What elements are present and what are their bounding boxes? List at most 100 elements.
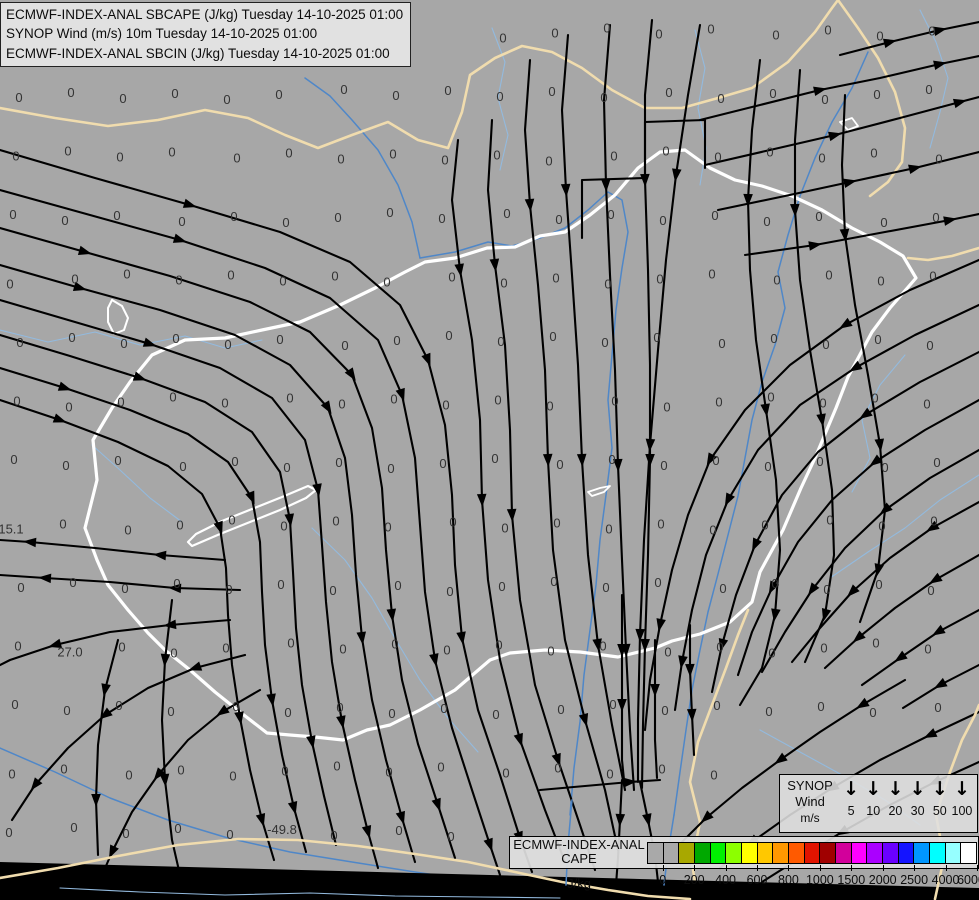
grid-value-label: 0 [611, 394, 618, 409]
grid-value-label: 0 [663, 400, 670, 415]
grid-value-label: 0 [445, 328, 452, 343]
grid-value-label: 0 [660, 458, 667, 473]
grid-value-label: 0 [822, 337, 829, 352]
cape-tick-mark [914, 865, 916, 871]
grid-value-label: 0 [10, 452, 17, 467]
grid-value-label: 0 [441, 153, 448, 168]
grid-value-label: 0 [496, 89, 503, 104]
wind-arrow-down-icon: ↓ [953, 778, 970, 800]
grid-value-label: 0 [818, 151, 825, 166]
wind-speed-entry: ↓ 30 [907, 776, 929, 832]
grid-value-label: 0 [497, 334, 504, 349]
grid-value-label: 0 [934, 700, 941, 715]
cape-tick-label: 600 [746, 873, 768, 887]
grid-value-label: 0 [442, 398, 449, 413]
grid-value-label: 0 [387, 461, 394, 476]
grid-value-label: 0 [600, 90, 607, 105]
grid-value-label: 0 [340, 82, 347, 97]
grid-value-label: 0 [492, 707, 499, 722]
grid-value-label: 0 [610, 149, 617, 164]
grid-value-label: 0 [498, 579, 505, 594]
grid-value-label: 0 [557, 702, 564, 717]
grid-value-label: 0 [602, 580, 609, 595]
grid-value-label: 0 [443, 643, 450, 658]
title-line-sbcape: ECMWF-INDEX-ANAL SBCAPE (J/kg) Tuesday 1… [6, 7, 404, 22]
grid-value-label: 0 [717, 91, 724, 106]
cape-tick-mark [851, 865, 853, 871]
grid-value-label: 0 [446, 584, 453, 599]
grid-value-label: 0 [280, 519, 287, 534]
grid-value-label: 0 [282, 215, 289, 230]
grid-value-label: 0 [718, 336, 725, 351]
grid-value-label: 0 [880, 215, 887, 230]
cape-legend-param: CAPE [561, 851, 597, 866]
grid-value-label: 0 [339, 642, 346, 657]
grid-value-label: 0 [113, 208, 120, 223]
grid-value-label: 0 [719, 581, 726, 596]
grid-value-label: 0 [275, 87, 282, 102]
grid-value-label: 0 [555, 212, 562, 227]
cape-legend-title: ECMWF-INDEX-ANAL CAPE [509, 838, 649, 866]
grid-value-label: 0 [395, 823, 402, 838]
grid-value-label: 0 [231, 454, 238, 469]
grid-value-label: 0 [547, 644, 554, 659]
grid-value-label: 0 [599, 639, 606, 654]
grid-value-label: 0 [119, 91, 126, 106]
grid-value-label: 0 [929, 269, 936, 284]
grid-value-label: 0 [279, 274, 286, 289]
grid-value-label: 0 [5, 825, 12, 840]
grid-value-label: 0 [179, 459, 186, 474]
grid-value-label: 0 [503, 206, 510, 221]
grid-value-label: 0 [394, 578, 401, 593]
wind-arrow-down-icon: ↓ [931, 778, 948, 800]
cape-color-cell [913, 842, 931, 864]
cape-tick-label: 2500 [900, 873, 929, 887]
grid-value-label: 0 [662, 144, 669, 159]
grid-value-label: 0 [708, 267, 715, 282]
grid-value-label: 0 [286, 391, 293, 406]
wind-legend-label: SYNOP Wind m/s [780, 775, 840, 832]
grid-value-label: 0 [284, 705, 291, 720]
wind-speed-label: 100 [951, 804, 973, 818]
grid-value-label: 0 [819, 396, 826, 411]
grid-value-label: 0 [175, 273, 182, 288]
grid-value-label: 0 [546, 399, 553, 414]
grid-value-label: 0 [392, 88, 399, 103]
grid-value-label: 0 [332, 514, 339, 529]
grid-value-label: 0 [336, 700, 343, 715]
grid-value-label: 0 [930, 514, 937, 529]
cape-tick-label: 6000 [957, 873, 979, 887]
grid-value-label: 0 [711, 208, 718, 223]
grid-value-label: 0 [923, 397, 930, 412]
grid-value-label: 0 [223, 92, 230, 107]
grid-value-label: 0 [70, 820, 77, 835]
cape-color-cell [960, 842, 978, 864]
map-title-box: ECMWF-INDEX-ANAL SBCAPE (J/kg) Tuesday 1… [0, 2, 412, 68]
cape-tick-label: 2000 [868, 873, 897, 887]
wind-speed-label: 30 [910, 804, 925, 818]
grid-value-label: 0 [228, 513, 235, 528]
grid-value-label: 0 [608, 452, 615, 467]
grid-value-label: 0 [491, 451, 498, 466]
grid-value-label: 0 [556, 457, 563, 472]
grid-value-label: 0 [16, 335, 23, 350]
grid-value-label: 0 [769, 86, 776, 101]
grid-value-label: 0 [655, 27, 662, 42]
cape-color-cell [944, 842, 962, 864]
grid-value-label: 0 [71, 272, 78, 287]
cape-tick-mark [882, 865, 884, 871]
cape-color-cell [819, 842, 837, 864]
wind-legend-param: Wind [795, 794, 825, 810]
grid-value-label: 0 [277, 577, 284, 592]
grid-value-label: 0 [437, 760, 444, 775]
cape-tick-mark [819, 865, 821, 871]
grid-value-label: 0 [329, 583, 336, 598]
cape-color-cell [756, 842, 774, 864]
grid-value-label: 0 [17, 580, 24, 595]
cape-tick-mark [757, 865, 758, 871]
grid-value-label: 0 [815, 209, 822, 224]
grid-value-label: 0 [390, 392, 397, 407]
grid-value-label: 0 [438, 211, 445, 226]
grid-value-label: 0 [869, 705, 876, 720]
cape-tick-mark [788, 865, 790, 871]
